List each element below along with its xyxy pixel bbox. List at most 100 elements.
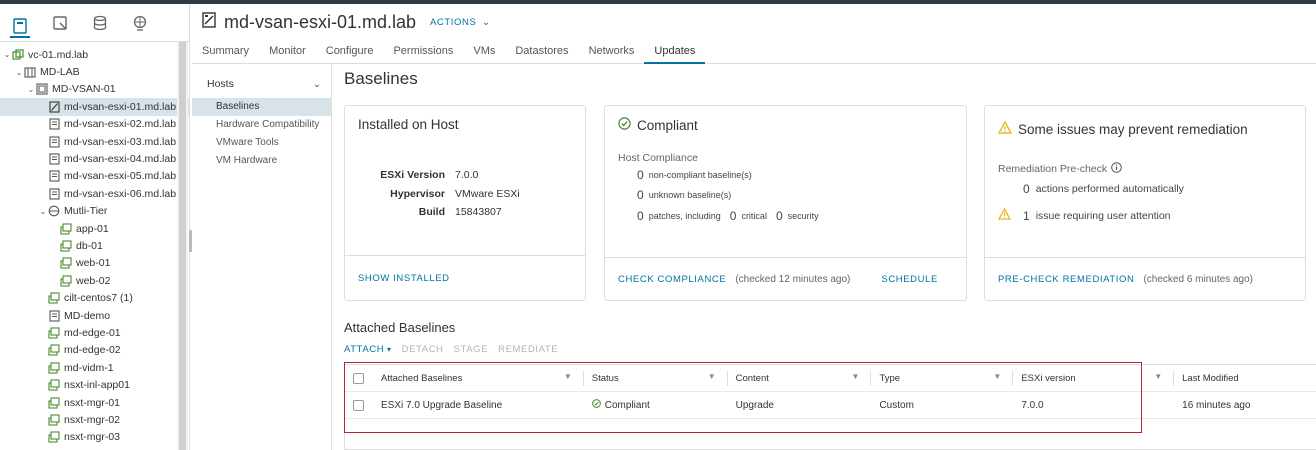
precheck-checked-time: (checked 6 minutes ago) (1143, 273, 1253, 285)
tree-item[interactable]: ⌄ vc-01.md.lab (0, 46, 189, 63)
subnav-item[interactable]: Baselines (192, 98, 331, 116)
count-label: patches, including (648, 211, 721, 221)
table-row[interactable]: ESXi 7.0 Upgrade Baseline Compliant Upgr… (345, 392, 1316, 419)
inventory-navigator: ⌄ vc-01.md.lab ⌄ MD-LAB ⌄ MD-VSAN-01 md-vsan-e… (0, 4, 190, 450)
tree-item-label: MD-VSAN-01 (52, 83, 116, 96)
check-compliance-link[interactable]: CHECK COMPLIANCE (618, 274, 726, 285)
tab-permissions[interactable]: Permissions (383, 42, 463, 64)
tab-networks[interactable]: Networks (579, 42, 645, 64)
remediate-button[interactable]: REMEDIATE (498, 344, 558, 355)
card-title: Installed on Host (358, 117, 459, 132)
tab-configure[interactable]: Configure (316, 42, 384, 64)
tree-item[interactable]: ⌄ MD-LAB (0, 63, 189, 80)
host-icon (48, 153, 60, 165)
vm-icon (48, 414, 60, 426)
attach-button[interactable]: ATTACH ▾ (344, 344, 392, 355)
tree-item[interactable]: ⌄ Mutli-Tier (0, 203, 189, 220)
tree-item[interactable]: web-02 (0, 272, 189, 289)
pre-check-remediation-link[interactable]: PRE-CHECK REMEDIATION (998, 274, 1134, 285)
tree-item[interactable]: db-01 (0, 237, 189, 254)
tree-item[interactable]: md-vsan-esxi-04.md.lab (0, 150, 189, 167)
cluster-icon (36, 83, 48, 96)
detach-button[interactable]: DETACH (402, 344, 444, 355)
tree-item[interactable]: md-vsan-esxi-05.md.lab (0, 168, 189, 185)
tab-summary[interactable]: Summary (192, 42, 259, 64)
vms-and-templates-icon[interactable] (50, 13, 70, 33)
column-header[interactable]: Attached Baselines ▼ (373, 365, 584, 392)
tree-item[interactable]: md-edge-01 (0, 324, 189, 341)
tab-datastores[interactable]: Datastores (505, 42, 578, 64)
tree-item[interactable]: nsxt-inl-app01 (0, 376, 189, 393)
tree-item-label: nsxt-mgr-01 (64, 396, 121, 409)
tree-item[interactable]: ⌄ MD-VSAN-01 (0, 81, 189, 98)
column-label: Content (735, 372, 769, 384)
tree-item[interactable]: md-vsan-esxi-02.md.lab (0, 116, 189, 133)
select-all-checkbox[interactable] (353, 372, 364, 384)
subnav-group-hosts[interactable]: Hosts ⌄ (192, 64, 331, 90)
tree-item[interactable]: nsxt-mgr-02 (0, 411, 189, 428)
tree-item[interactable]: md-edge-02 (0, 342, 189, 359)
chevron-down-icon[interactable]: ⌄ (38, 207, 48, 216)
column-header[interactable]: Last Modified (1174, 365, 1316, 392)
vm-icon (48, 362, 60, 374)
tree-item-label: md-edge-02 (64, 344, 121, 357)
tree-item[interactable]: web-01 (0, 255, 189, 272)
filter-icon[interactable]: ▼ (993, 372, 1001, 381)
subnav-item[interactable]: VMware Tools (192, 134, 331, 152)
column-label: Attached Baselines (380, 372, 463, 384)
navigator-scrollbar[interactable] (177, 42, 188, 450)
filter-icon[interactable]: ▼ (564, 372, 572, 381)
grid-header-row: Attached Baselines ▼ Status ▼ Content ▼ Typ… (345, 365, 1316, 392)
tree-item[interactable]: app-01 (0, 220, 189, 237)
column-header[interactable]: Status ▼ (584, 365, 728, 392)
host-compliance-label: Host Compliance (618, 152, 698, 164)
column-header[interactable]: ESXi version ▼ (1013, 365, 1175, 392)
chevron-down-icon: ⌄ (312, 78, 321, 90)
filter-icon[interactable]: ▼ (1154, 372, 1162, 381)
tree-item[interactable]: md-vsan-esxi-01.md.lab ... (0, 98, 189, 116)
tree-item-label: vc-01.md.lab (28, 48, 89, 61)
count-number: 0 (1023, 182, 1030, 196)
vm-icon (48, 379, 60, 391)
tree-item[interactable]: md-vidm-1 (0, 359, 189, 376)
chevron-down-icon[interactable]: ⌄ (26, 85, 36, 94)
column-label: Status (591, 372, 619, 384)
tree-item[interactable]: md-vsan-esxi-03.md.lab (0, 133, 189, 150)
column-header[interactable]: Content ▼ (728, 365, 872, 392)
networking-icon[interactable] (130, 13, 150, 33)
updates-subnav: Hosts ⌄ Baselines Hardware Compatibility V… (192, 64, 332, 450)
chevron-down-icon[interactable]: ⌄ (2, 50, 12, 59)
main-content: Baselines Installed on Host ESXi Version… (333, 64, 1316, 450)
host-icon (48, 309, 60, 322)
type-cell: Custom (879, 399, 914, 411)
subnav-item[interactable]: VM Hardware (192, 152, 331, 170)
chevron-down-icon[interactable]: ⌄ (14, 68, 24, 77)
tree-item-label: nsxt-mgr-02 (64, 413, 121, 426)
kv-value: 7.0.0 (455, 169, 479, 181)
attached-baselines-title: Attached Baselines (344, 320, 456, 335)
tree-item[interactable]: cilt-centos7 (1) (0, 289, 189, 306)
card-title: Compliant (618, 117, 698, 133)
tree-item[interactable]: nsxt-mgr-01 (0, 394, 189, 411)
column-header[interactable]: Type ▼ (871, 365, 1014, 392)
warning-icon (997, 120, 1013, 137)
subnav-item[interactable]: Hardware Compatibility (192, 116, 331, 134)
hosts-and-clusters-icon[interactable] (10, 8, 30, 38)
info-icon[interactable] (1111, 162, 1122, 176)
tree-item[interactable]: md-vsan-esxi-06.md.lab (0, 185, 189, 202)
filter-icon[interactable]: ▼ (852, 372, 860, 381)
count-label: actions performed automatically (1035, 183, 1184, 195)
schedule-link[interactable]: SCHEDULE (881, 274, 938, 285)
scrollbar-thumb[interactable] (179, 42, 186, 450)
tree-item[interactable]: MD-demo (0, 307, 189, 324)
tab-updates[interactable]: Updates (644, 42, 706, 64)
row-checkbox[interactable] (353, 399, 364, 411)
storage-icon[interactable] (90, 13, 110, 33)
actions-menu[interactable]: ACTIONS ⌄ (430, 17, 491, 28)
tab-vms[interactable]: VMs (463, 42, 505, 64)
tab-monitor[interactable]: Monitor (259, 42, 316, 64)
stage-button[interactable]: STAGE (454, 344, 489, 355)
tree-item[interactable]: nsxt-mgr-03 (0, 429, 189, 446)
show-installed-link[interactable]: SHOW INSTALLED (358, 273, 450, 284)
filter-icon[interactable]: ▼ (708, 372, 716, 381)
